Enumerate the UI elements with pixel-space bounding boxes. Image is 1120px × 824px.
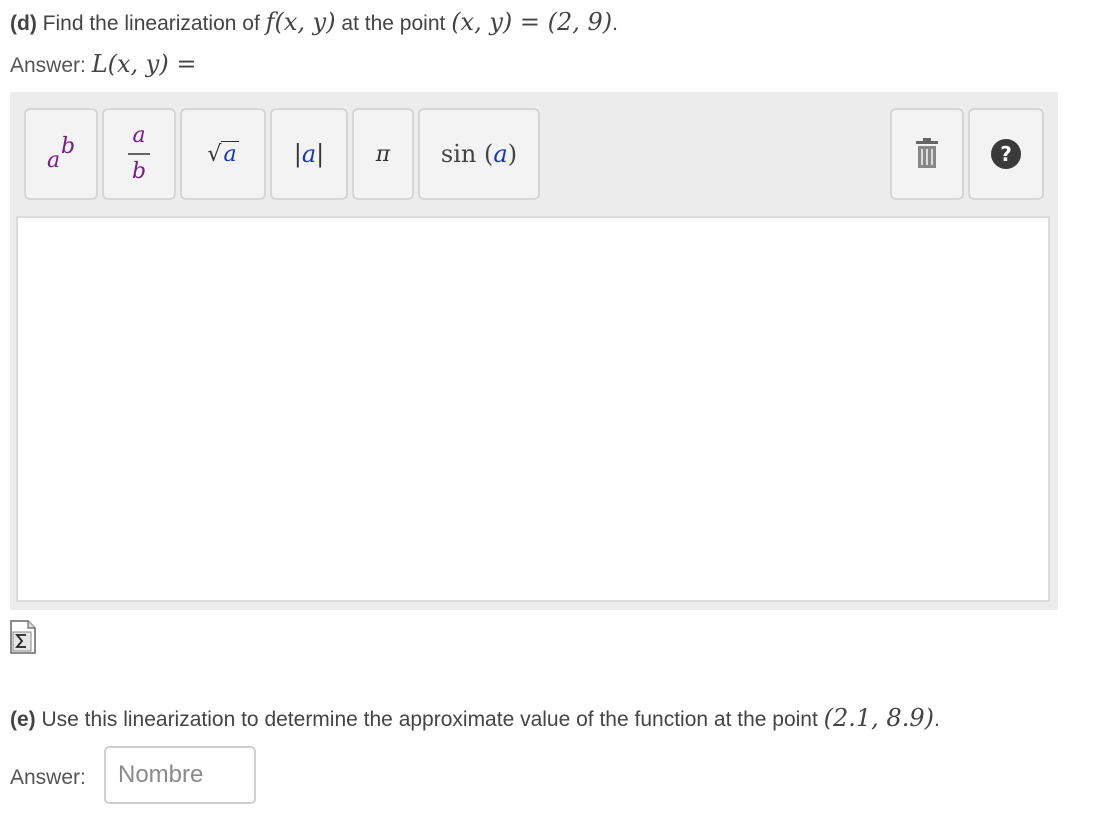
pi-symbol: π (375, 141, 391, 167)
sin-button[interactable]: sin (a) (418, 108, 540, 200)
question-e: (e) Use this linearization to determine … (10, 704, 940, 732)
math-editor: a b a b √a |a| π sin (a) ? (10, 92, 1058, 610)
power-exponent: b (61, 134, 76, 159)
fraction-denominator: b (131, 159, 147, 184)
power-base: a (47, 148, 61, 173)
sin-arg: a (493, 140, 508, 168)
fraction-button[interactable]: a b (102, 108, 176, 200)
sqrt-symbol: √a (207, 140, 239, 167)
answer-d-row: Answer: L(x, y) = (10, 50, 196, 78)
sin-open: ( (484, 140, 494, 168)
fraction-symbol: a b (128, 125, 150, 183)
part-e-end: . (933, 708, 940, 731)
abs-right: | (316, 140, 325, 168)
sigma-icon[interactable] (10, 620, 36, 654)
sqrt-arg: a (221, 140, 239, 167)
answer-e-label: Answer: (10, 766, 86, 789)
function-expression: f(x, y) (265, 8, 336, 36)
point-e-expression: (2.1, 8.9) (823, 704, 934, 732)
number-input[interactable] (104, 746, 256, 804)
math-input-area[interactable] (16, 216, 1050, 602)
fraction-numerator: a (132, 123, 146, 148)
part-d-text-mid: at the point (335, 12, 452, 35)
fraction-bar (128, 153, 150, 155)
sin-symbol: sin (a) (441, 140, 517, 168)
part-e-text: Use this linearization to determine the … (35, 708, 824, 731)
power-button[interactable]: a b (24, 108, 98, 200)
abs-symbol: |a| (294, 140, 325, 168)
part-e-label: (e) (10, 708, 36, 731)
help-button[interactable]: ? (968, 108, 1044, 200)
sqrt-button[interactable]: √a (180, 108, 266, 200)
clear-button[interactable] (890, 108, 964, 200)
question-d: (d) Find the linearization of f(x, y) at… (10, 8, 618, 36)
abs-left: | (293, 140, 302, 168)
radical-sign: √ (207, 141, 222, 167)
answer-d-label: Answer: (10, 54, 92, 77)
abs-arg: a (301, 140, 317, 168)
pi-button[interactable]: π (352, 108, 414, 200)
trash-icon (916, 138, 938, 168)
help-icon: ? (991, 139, 1021, 169)
point-expression: (x, y) = (2, 9) (451, 8, 613, 36)
part-d-text: Find the linearization of (36, 12, 266, 35)
power-symbol: a b (41, 134, 81, 174)
linearization-expression: L(x, y) = (91, 50, 197, 78)
part-d-label: (d) (10, 12, 37, 35)
sin-fn: sin (440, 140, 477, 168)
abs-button[interactable]: |a| (270, 108, 348, 200)
sin-close: ) (507, 140, 518, 168)
part-d-end: . (612, 12, 618, 35)
